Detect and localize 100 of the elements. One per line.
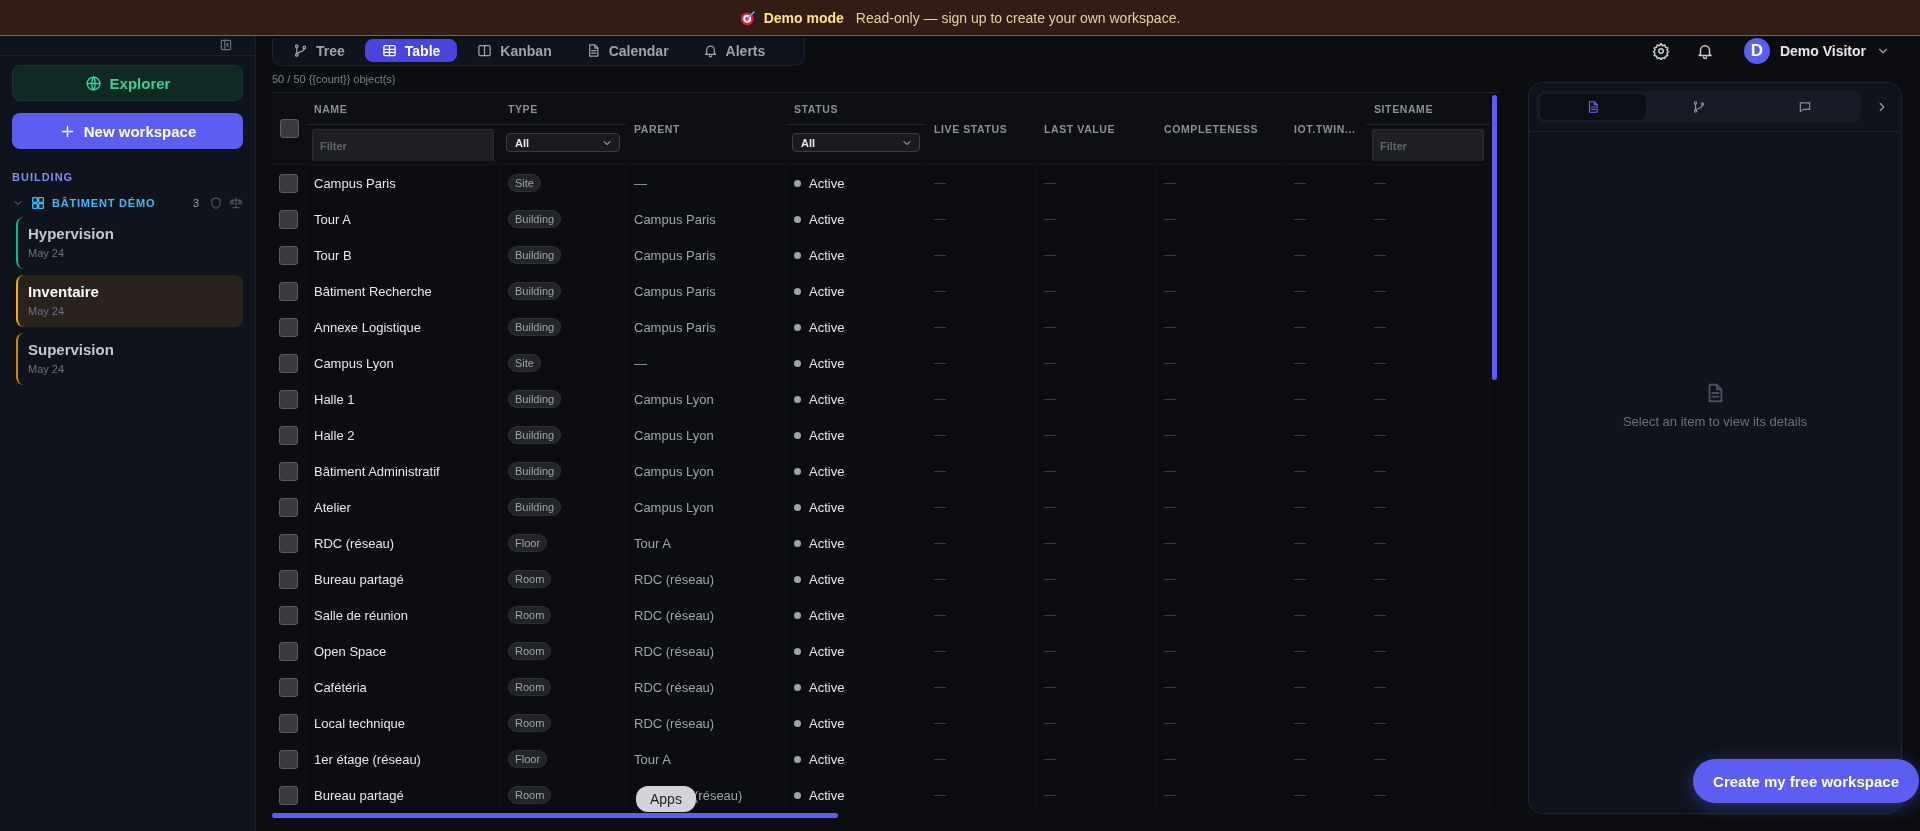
filter-select[interactable]: All xyxy=(792,133,920,152)
parent-name: Campus Lyon xyxy=(634,463,714,479)
view-tab[interactable]: Kanban xyxy=(463,39,566,62)
create-workspace-button[interactable]: Create my free workspace xyxy=(1693,759,1919,803)
empty-value: — xyxy=(1044,752,1056,766)
column-header[interactable]: COMPLETENESS xyxy=(1164,122,1259,135)
empty-value: — xyxy=(1374,320,1386,334)
row-checkbox[interactable] xyxy=(279,605,298,625)
empty-value: — xyxy=(1044,680,1056,694)
filter-field[interactable]: Filter xyxy=(312,129,494,161)
parent-name: Tour A xyxy=(634,751,671,767)
view-tab[interactable]: Tree xyxy=(279,39,359,62)
section-label: BUILDING xyxy=(12,171,75,183)
type-tag: Building xyxy=(508,462,562,480)
notifications-button[interactable] xyxy=(1695,42,1714,60)
object-name: Atelier xyxy=(314,499,351,515)
row-checkbox[interactable] xyxy=(279,245,298,265)
select-all-checkbox[interactable] xyxy=(279,119,299,138)
bell-icon xyxy=(702,43,718,58)
workspace-item[interactable]: Supervision May 24 xyxy=(16,333,243,385)
row-checkbox[interactable] xyxy=(279,461,298,481)
empty-value: — xyxy=(934,464,946,478)
filter-select[interactable]: All xyxy=(506,133,620,152)
empty-value: — xyxy=(1294,572,1306,586)
column-header[interactable]: LAST VALUE xyxy=(1044,122,1116,135)
parent-name: RDC (réseau) xyxy=(634,643,715,659)
row-checkbox[interactable] xyxy=(279,533,298,553)
status-text: Active xyxy=(809,463,845,479)
row-checkbox[interactable] xyxy=(279,389,298,409)
panel-tab[interactable] xyxy=(1540,94,1646,120)
object-name: Open Space xyxy=(314,643,387,659)
filter-field[interactable]: Filter xyxy=(1372,129,1484,161)
empty-value: — xyxy=(1294,464,1306,478)
empty-value: — xyxy=(1164,284,1176,298)
status-dot xyxy=(794,791,801,799)
row-checkbox[interactable] xyxy=(279,173,298,193)
collapse-sidebar-button[interactable] xyxy=(219,38,233,52)
empty-value: — xyxy=(1294,356,1306,370)
row-checkbox[interactable] xyxy=(279,497,298,517)
column-header[interactable]: IOT.TWIN... xyxy=(1294,122,1356,135)
empty-value: — xyxy=(1164,320,1176,334)
empty-value: — xyxy=(934,356,946,370)
row-checkbox[interactable] xyxy=(279,569,298,589)
type-tag: Building xyxy=(508,246,562,264)
empty-value: — xyxy=(1044,464,1056,478)
row-checkbox[interactable] xyxy=(279,749,298,769)
empty-value: — xyxy=(934,608,946,622)
type-tag: Room xyxy=(508,678,552,696)
globe-icon xyxy=(84,74,102,92)
user-name[interactable]: Demo Visitor xyxy=(1779,43,1866,59)
group-title[interactable]: BÂTIMENT DÉMO xyxy=(52,197,187,209)
workspace-item[interactable]: Inventaire May 24 xyxy=(16,275,243,327)
empty-value: — xyxy=(1374,248,1386,262)
empty-value: — xyxy=(1294,500,1306,514)
row-checkbox[interactable] xyxy=(279,785,298,805)
status-dot xyxy=(794,575,801,583)
object-name: RDC (réseau) xyxy=(314,535,395,551)
row-checkbox[interactable] xyxy=(279,425,298,445)
settings-icon xyxy=(1651,42,1670,60)
empty-value: — xyxy=(1164,608,1176,622)
empty-value: — xyxy=(934,788,946,802)
status-dot xyxy=(794,539,801,547)
status-text: Active xyxy=(809,499,845,515)
row-checkbox[interactable] xyxy=(279,641,298,661)
view-tab[interactable]: Alerts xyxy=(688,39,780,62)
scrollbar-thumb[interactable] xyxy=(1492,95,1497,380)
empty-value: — xyxy=(1374,500,1386,514)
column-header[interactable]: LIVE STATUS xyxy=(934,122,1008,135)
parent-name: Campus Lyon xyxy=(634,499,714,515)
status-dot xyxy=(794,467,801,475)
empty-value: — xyxy=(1374,644,1386,658)
workspace-item[interactable]: Hypervision May 24 xyxy=(16,217,243,269)
parent-name: Campus Paris xyxy=(634,283,716,299)
row-checkbox[interactable] xyxy=(279,317,298,337)
empty-value: — xyxy=(1044,284,1056,298)
column-header[interactable]: PARENT xyxy=(634,122,680,135)
object-name: Halle 2 xyxy=(314,427,355,443)
row-checkbox[interactable] xyxy=(279,209,298,229)
empty-value: — xyxy=(1374,536,1386,550)
row-checkbox[interactable] xyxy=(279,713,298,733)
empty-value: — xyxy=(1374,788,1386,802)
parent-name: RDC (réseau) xyxy=(634,679,715,695)
empty-value: — xyxy=(1294,428,1306,442)
explorer-button[interactable]: Explorer xyxy=(12,65,243,101)
empty-value: — xyxy=(1164,248,1176,262)
object-name: Local technique xyxy=(314,715,406,731)
new-workspace-button[interactable]: New workspace xyxy=(12,113,243,149)
branch-icon xyxy=(293,43,308,58)
row-checkbox[interactable] xyxy=(279,677,298,697)
type-tag: Room xyxy=(508,642,552,660)
empty-value: — xyxy=(934,428,946,442)
row-checkbox[interactable] xyxy=(279,353,298,373)
status-text: Active xyxy=(809,571,845,587)
column-header[interactable]: SITENAME xyxy=(1366,93,1490,125)
view-tab[interactable]: Calendar xyxy=(571,39,683,62)
view-tab[interactable]: Table xyxy=(364,39,458,62)
scrollbar-thumb[interactable] xyxy=(272,813,838,818)
settings-button[interactable] xyxy=(1651,42,1670,60)
avatar[interactable]: D xyxy=(1743,38,1770,64)
row-checkbox[interactable] xyxy=(279,281,298,301)
